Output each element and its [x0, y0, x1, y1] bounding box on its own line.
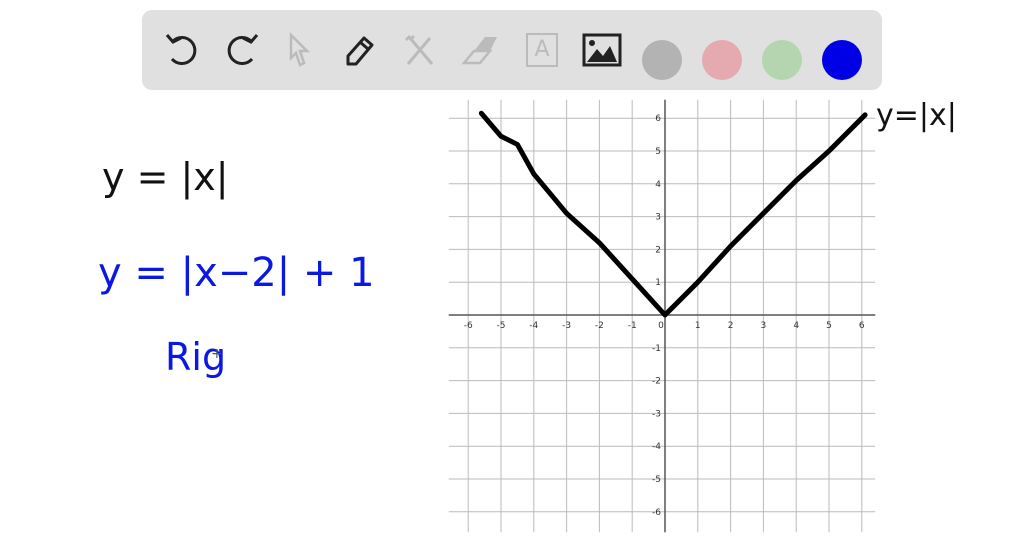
x-tick-label: 6 [859, 321, 865, 331]
x-tick-label: 5 [826, 321, 832, 331]
x-tick-label: -4 [529, 321, 538, 331]
y-tick-label: 5 [655, 147, 661, 157]
x-tick-label: 4 [793, 321, 799, 331]
x-tick-label: -6 [464, 321, 473, 331]
coordinate-graph: -6 -5 -4 -3 -2 -1 0 1 2 3 4 5 6 6 5 4 3 2 1 -1 -2 -3 -4 -5 -6 [448, 99, 876, 533]
x-tick-label: 2 [728, 321, 734, 331]
y-tick-label: 4 [655, 180, 661, 190]
y-tick-label: 6 [655, 114, 661, 124]
y-tick-label: 2 [655, 245, 661, 255]
y-tick-label: -3 [652, 409, 661, 419]
y-tick-label: -5 [652, 475, 661, 485]
x-tick-label: 3 [761, 321, 767, 331]
y-tick-label: -2 [652, 377, 661, 387]
series-line-abs-x [478, 110, 868, 318]
x-tick-label: -3 [562, 321, 571, 331]
y-tick-label: -4 [652, 442, 661, 452]
x-tick-label: 0 [658, 321, 664, 331]
x-tick-label: 1 [695, 321, 701, 331]
x-tick-label: -2 [595, 321, 604, 331]
y-tick-label: 1 [655, 278, 661, 288]
x-tick-label: -5 [497, 321, 506, 331]
y-tick-label: 3 [655, 213, 661, 223]
x-tick-label: -1 [628, 321, 637, 331]
y-tick-label: -6 [652, 508, 661, 518]
y-tick-label: -1 [652, 344, 661, 354]
